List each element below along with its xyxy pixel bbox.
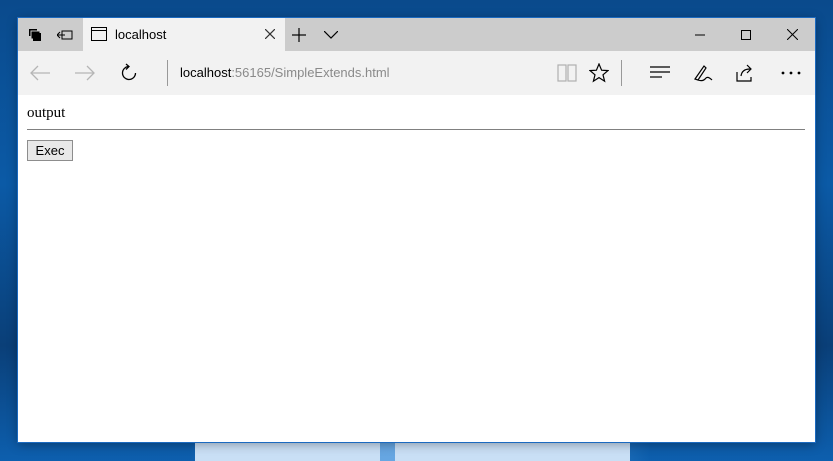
maximize-button[interactable] [723,18,769,51]
hub-menu-lines-icon[interactable] [645,58,675,88]
refresh-icon[interactable] [114,58,144,88]
page-content: output Exec [18,95,815,442]
taskbar-reflection-left [195,443,380,461]
back-arrow-icon[interactable] [25,58,55,88]
close-window-button[interactable] [769,18,815,51]
web-note-pen-icon[interactable] [688,58,718,88]
navigation-bar: localhost:56165/SimpleExtends.html [18,51,815,95]
more-dots-icon[interactable] [776,58,806,88]
title-bar: localhost [18,18,815,51]
minimize-button[interactable] [677,18,723,51]
tab-list-chevron-down-icon[interactable] [320,24,342,46]
reading-view-book-icon[interactable] [552,58,582,88]
toolbar-separator [621,60,622,86]
exec-button[interactable]: Exec [27,140,73,161]
show-aside-tabs-icon[interactable] [52,18,78,51]
horizontal-rule [27,129,805,130]
share-icon[interactable] [731,58,761,88]
favorite-star-icon[interactable] [584,58,614,88]
address-separator [167,60,168,86]
close-tab-icon[interactable] [260,24,280,44]
taskbar-reflection-right [395,443,630,461]
new-tab-plus-icon[interactable] [288,24,310,46]
address-path: :56165/SimpleExtends.html [231,65,390,80]
page-icon [91,27,107,46]
browser-window: localhost localhost:56165/SimpleExtends.… [18,18,815,442]
tab-title: localhost [115,27,167,42]
address-bar[interactable]: localhost:56165/SimpleExtends.html [180,65,390,80]
forward-arrow-icon[interactable] [70,58,100,88]
address-host: localhost [180,65,232,80]
tab-localhost[interactable]: localhost [83,18,285,51]
output-text: output [27,105,66,121]
tabs-aside-icon[interactable] [22,18,48,51]
